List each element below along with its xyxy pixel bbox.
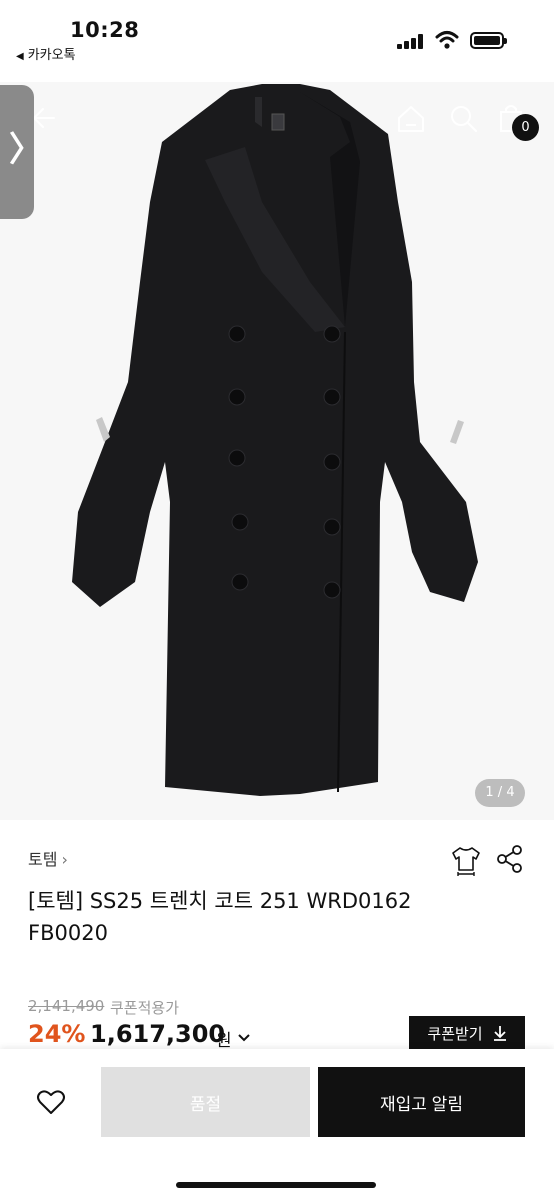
chevron-right-icon: ›: [61, 850, 68, 869]
coupon-price-label: 쿠폰적용가: [110, 999, 180, 1017]
chevron-down-icon[interactable]: [237, 1031, 251, 1045]
search-icon[interactable]: [449, 104, 479, 134]
battery-icon: [470, 32, 507, 49]
currency-label: 원: [216, 1031, 232, 1051]
back-app-label: 카카오톡: [27, 48, 76, 63]
trench-coat-image: [0, 82, 554, 820]
original-price: 2,141,490: [28, 997, 105, 1015]
cellular-signal-icon: [397, 33, 427, 49]
home-icon[interactable]: [396, 104, 426, 134]
back-to-app-link[interactable]: ◀ 카카오톡: [16, 44, 76, 63]
download-icon: [493, 1026, 506, 1041]
product-image-gallery[interactable]: 1 / 4: [0, 82, 554, 820]
image-counter: 1 / 4: [475, 779, 525, 807]
side-drawer-tab[interactable]: 〉: [0, 85, 43, 219]
coupon-button-label: 쿠폰받기: [427, 1025, 483, 1043]
wifi-icon: [435, 31, 459, 49]
share-icon[interactable]: [496, 844, 524, 874]
back-arrow-icon[interactable]: [30, 104, 58, 132]
home-indicator[interactable]: [176, 1182, 376, 1188]
brand-name: 토템: [28, 850, 58, 869]
restock-alert-label: 재입고 알림: [380, 1094, 463, 1114]
status-bar: 10:28 ◀ 카카오톡: [0, 0, 554, 82]
back-triangle-icon: ◀: [16, 51, 24, 62]
sold-out-label: 품절: [189, 1094, 222, 1114]
sale-price: 1,617,300: [90, 1020, 226, 1048]
discount-rate: 24%: [28, 1020, 86, 1048]
status-time: 10:28: [70, 18, 140, 42]
brand-link[interactable]: 토템 ›: [28, 846, 68, 870]
heart-icon[interactable]: [36, 1088, 66, 1116]
sold-out-button[interactable]: 품절: [101, 1067, 310, 1137]
product-title: [토템] SS25 트렌치 코트 251 WRD0162 FB0020: [28, 889, 412, 945]
chevron-right-icon: 〉: [9, 130, 43, 170]
coupon-download-button[interactable]: 쿠폰받기: [409, 1016, 525, 1050]
cart-count-badge: 0: [512, 114, 539, 141]
size-guide-shirt-icon[interactable]: [450, 842, 482, 876]
restock-alert-button[interactable]: 재입고 알림: [318, 1067, 525, 1137]
